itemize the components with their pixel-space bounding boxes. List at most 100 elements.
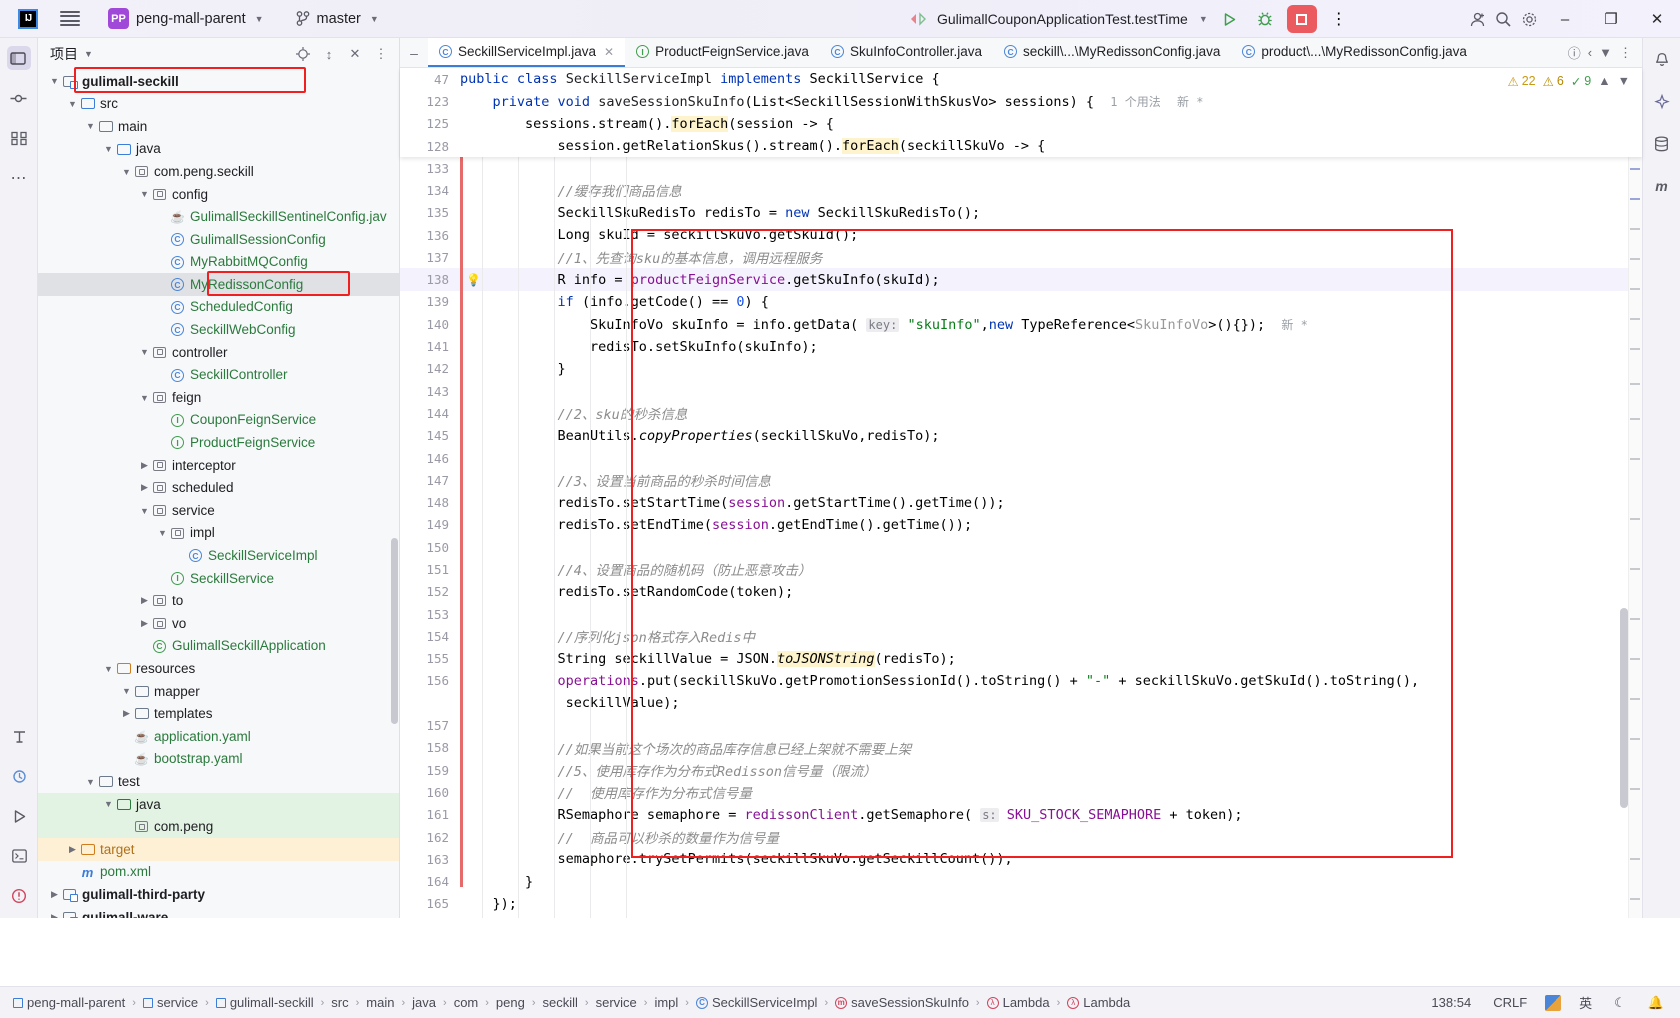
code-content[interactable]: 133 134 //缓存我们商品信息 135 SeckillSkuRedisTo r… — [400, 157, 1642, 918]
tree-node-gulimallseckillapplication[interactable]: C GulimallSeckillApplication — [38, 635, 399, 658]
tree-node-gulimall-third-party[interactable]: ▶ gulimall-third-party — [38, 883, 399, 906]
breadcrumb-item-seckill[interactable]: seckill — [540, 993, 581, 1012]
search-icon[interactable] — [1490, 6, 1516, 32]
line-number[interactable]: 137 — [400, 250, 460, 265]
code-line[interactable]: 146 — [400, 447, 1642, 469]
line-number[interactable]: 155 — [400, 651, 460, 666]
tree-node-target[interactable]: ▶ target — [38, 838, 399, 861]
tree-node-application-yaml[interactable]: ☕ application.yaml — [38, 725, 399, 748]
line-number[interactable]: 141 — [400, 339, 460, 354]
chevron-up-icon[interactable]: ▲ — [1598, 74, 1610, 88]
tree-node-com-peng[interactable]: com.peng — [38, 815, 399, 839]
chevron-left-icon[interactable]: ‹ — [1588, 45, 1592, 60]
line-number[interactable]: 150 — [400, 540, 460, 555]
tree-node-controller[interactable]: ▼ controller — [38, 341, 399, 364]
code-line[interactable]: 159 //5、使用库存作为分布式Redisson信号量（限流） — [400, 759, 1642, 781]
code-line[interactable]: 162 // 商品可以秒杀的数量作为信号量 — [400, 826, 1642, 848]
chevron-right-icon[interactable]: ▶ — [48, 889, 61, 900]
code-line[interactable]: 148 redisTo.setStartTime(session.getStar… — [400, 491, 1642, 513]
editor-tab-skuinfocontroller-java[interactable]: C SkuInfoController.java — [820, 38, 993, 67]
code-line[interactable]: 152 redisTo.setRandomCode(token); — [400, 581, 1642, 603]
tree-node-pom-xml[interactable]: m pom.xml — [38, 861, 399, 884]
line-number[interactable]: 149 — [400, 517, 460, 532]
maven-icon[interactable]: m — [1650, 174, 1674, 198]
database-icon[interactable] — [1650, 132, 1674, 156]
chevron-down-icon[interactable]: ▼ — [102, 144, 115, 154]
breadcrumb-item-gulimall-seckill[interactable]: gulimall-seckill — [213, 993, 317, 1012]
line-number[interactable]: 157 — [400, 718, 460, 733]
chevron-down-icon[interactable]: ▼ — [120, 167, 133, 177]
run-tool-icon[interactable] — [7, 804, 31, 828]
breadcrumb-item-savesessionskuinfo[interactable]: m saveSessionSkuInfo — [832, 993, 972, 1012]
line-number[interactable]: 140 — [400, 317, 460, 332]
line-number[interactable]: 160 — [400, 785, 460, 800]
chevron-right-icon[interactable]: ▶ — [138, 618, 151, 629]
line-number[interactable]: 162 — [400, 830, 460, 845]
code-line[interactable]: 145 BeanUtils.copyProperties(seckillSkuV… — [400, 425, 1642, 447]
chevron-down-icon[interactable]: ▼ — [102, 664, 115, 674]
chevron-right-icon[interactable]: ▶ — [66, 844, 79, 855]
line-number[interactable]: 138 — [400, 272, 460, 287]
code-line[interactable]: 141 redisTo.setSkuInfo(skuInfo); — [400, 335, 1642, 357]
tree-node-java[interactable]: ▼ java — [38, 793, 399, 816]
tree-node-src[interactable]: ▼ src — [38, 93, 399, 116]
collapse-tabs-icon[interactable]: – — [400, 38, 428, 67]
code-line[interactable]: 161 RSemaphore semaphore = redissonClien… — [400, 804, 1642, 826]
terminal-icon[interactable] — [7, 844, 31, 868]
line-number[interactable]: 165 — [400, 896, 460, 911]
breadcrumb[interactable]: peng-mall-parent › service › gulimall-seckil… — [0, 993, 1133, 1012]
line-number[interactable]: 156 — [400, 673, 460, 688]
gear-icon[interactable] — [1516, 6, 1542, 32]
chevron-down-icon[interactable]: ▼ — [84, 49, 93, 59]
code-line[interactable]: 138 💡 R info = productFeignService.getSku… — [400, 268, 1642, 291]
tree-node-productfeignservice[interactable]: I ProductFeignService — [38, 432, 399, 455]
chevron-down-icon[interactable]: ▼ — [156, 528, 169, 538]
code-line[interactable]: 160 // 使用库存作为分布式信号量 — [400, 781, 1642, 803]
night-mode-icon[interactable]: ☾ — [1610, 993, 1630, 1013]
tree-node-gulimall-seckill[interactable]: ▼ gulimall-seckill — [38, 70, 399, 93]
notifications-bell-icon[interactable]: 🔔 — [1644, 993, 1668, 1013]
code-line[interactable]: 144 //2、sku的秒杀信息 — [400, 402, 1642, 424]
chevron-down-icon[interactable]: ▼ — [84, 777, 97, 787]
tree-node-java[interactable]: ▼ java — [38, 138, 399, 161]
breadcrumb-item-impl[interactable]: impl — [651, 993, 681, 1012]
code-line[interactable]: 134 //缓存我们商品信息 — [400, 179, 1642, 201]
build-icon[interactable] — [7, 764, 31, 788]
line-number[interactable]: 148 — [400, 495, 460, 510]
breadcrumb-item-service[interactable]: service — [593, 993, 640, 1012]
maximize-button[interactable]: ❐ — [1588, 0, 1634, 38]
account-icon[interactable] — [1464, 6, 1490, 32]
tree-node-main[interactable]: ▼ main — [38, 115, 399, 138]
chevron-down-icon[interactable]: ▼ — [120, 686, 133, 696]
breadcrumb-item-lambda[interactable]: λ Lambda — [1064, 993, 1133, 1012]
breadcrumb-item-java[interactable]: java — [409, 993, 439, 1012]
tree-node-bootstrap-yaml[interactable]: ☕ bootstrap.yaml — [38, 748, 399, 771]
code-line[interactable]: 163 semaphore.trySetPermits(seckillSkuVo… — [400, 848, 1642, 870]
inspection-widget[interactable]: ⚠ 22 ⚠ 6 ✓ 9 ▲ ▼ — [1495, 68, 1642, 94]
refactor-icon[interactable] — [7, 724, 31, 748]
code-line[interactable]: 143 — [400, 380, 1642, 402]
breadcrumb-item-main[interactable]: main — [363, 993, 397, 1012]
breadcrumb-item-seckillserviceimpl[interactable]: C SeckillServiceImpl — [693, 993, 820, 1012]
code-line[interactable]: 142 } — [400, 358, 1642, 380]
tree-node-vo[interactable]: ▶ vo — [38, 612, 399, 635]
breadcrumb-item-src[interactable]: src — [328, 993, 351, 1012]
chevron-down-icon[interactable]: ▼ — [84, 121, 97, 131]
tree-node-test[interactable]: ▼ test — [38, 770, 399, 793]
tree-node-feign[interactable]: ▼ feign — [38, 386, 399, 409]
code-line[interactable]: 151 //4、设置商品的随机码（防止恶意攻击） — [400, 558, 1642, 580]
line-number[interactable]: 145 — [400, 428, 460, 443]
editor-tab-seckillserviceimpl-java[interactable]: C SeckillServiceImpl.java ✕ — [428, 38, 626, 67]
breadcrumb-item-peng[interactable]: peng — [493, 993, 528, 1012]
problems-icon[interactable] — [7, 884, 31, 908]
chevron-right-icon[interactable]: ▶ — [138, 595, 151, 606]
tree-node-gulimallseckillsentinelconfig-jav[interactable]: ☕ GulimallSeckillSentinelConfig.jav — [38, 206, 399, 229]
line-separator[interactable]: CRLF — [1489, 993, 1531, 1012]
tree-node-resources[interactable]: ▼ resources — [38, 657, 399, 680]
tree-node-gulimallsessionconfig[interactable]: C GulimallSessionConfig — [38, 228, 399, 251]
close-tab-icon[interactable]: ✕ — [604, 45, 614, 59]
code-line[interactable]: 157 — [400, 714, 1642, 736]
line-number[interactable]: 139 — [400, 294, 460, 309]
line-number[interactable]: 151 — [400, 562, 460, 577]
code-line[interactable]: 147 //3、设置当前商品的秒杀时间信息 — [400, 469, 1642, 491]
